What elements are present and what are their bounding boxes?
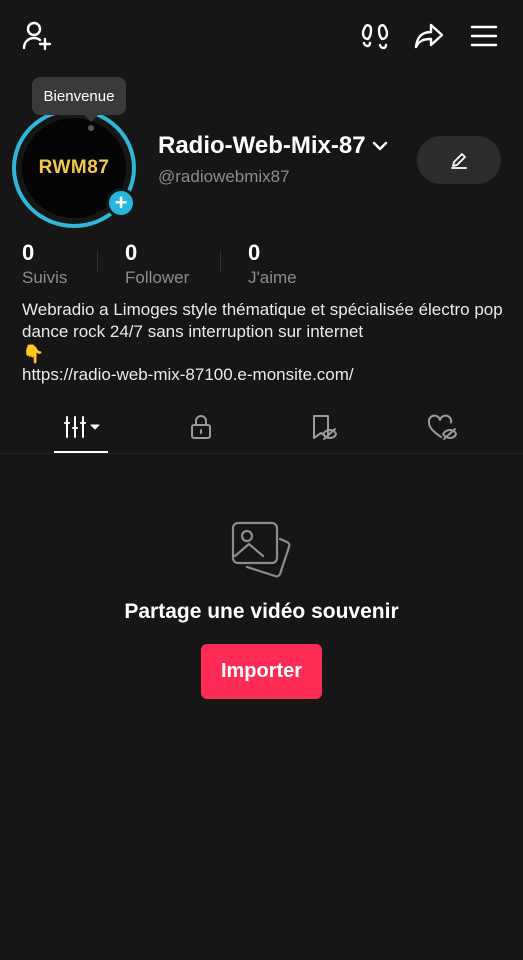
saved-hidden-icon bbox=[313, 415, 337, 440]
tab-private[interactable] bbox=[171, 400, 231, 454]
lock-icon bbox=[191, 415, 211, 439]
stat-followers-label: Follower bbox=[125, 268, 190, 287]
footprints-icon[interactable] bbox=[357, 18, 393, 54]
liked-hidden-icon bbox=[427, 414, 457, 440]
camera-dot bbox=[88, 125, 94, 131]
stat-likes-label: J'aime bbox=[248, 268, 297, 287]
stat-likes-value: 0 bbox=[248, 240, 261, 265]
share-icon[interactable] bbox=[411, 18, 447, 54]
divider bbox=[97, 250, 98, 272]
stat-following-value: 0 bbox=[22, 240, 35, 265]
top-bar bbox=[0, 0, 523, 70]
edit-profile-button[interactable] bbox=[417, 136, 501, 184]
profile-tabs bbox=[0, 400, 523, 454]
tab-saved[interactable] bbox=[292, 400, 352, 454]
tab-liked[interactable] bbox=[412, 400, 472, 454]
menu-icon[interactable] bbox=[466, 18, 502, 54]
stat-following[interactable]: 0 Suivis bbox=[22, 240, 67, 288]
display-name: Radio-Web-Mix-87 bbox=[158, 132, 366, 159]
plus-icon: + bbox=[114, 190, 128, 215]
pointing-down-emoji: 👇 bbox=[22, 344, 45, 364]
stat-following-label: Suivis bbox=[22, 268, 68, 287]
bio-text: Webradio a Limoges style thématique et s… bbox=[22, 300, 503, 341]
welcome-tooltip: Bienvenue bbox=[32, 77, 126, 122]
photos-icon bbox=[230, 520, 292, 582]
stat-followers-value: 0 bbox=[125, 240, 138, 265]
avatar-logo-text: RWM87 bbox=[38, 157, 110, 178]
videos-grid-icon bbox=[64, 416, 100, 438]
empty-state-title: Partage une vidéo souvenir bbox=[124, 600, 399, 623]
tab-videos[interactable] bbox=[52, 400, 112, 454]
stat-likes[interactable]: 0 J'aime bbox=[248, 240, 297, 288]
add-user-icon[interactable] bbox=[20, 18, 56, 54]
stat-followers[interactable]: 0 Follower bbox=[125, 240, 189, 288]
username-handle: @radiowebmix87 bbox=[158, 167, 290, 186]
active-tab-indicator bbox=[54, 451, 108, 453]
pencil-icon bbox=[451, 153, 467, 169]
import-button[interactable]: Importer bbox=[201, 644, 322, 699]
bio-link[interactable]: https://radio-web-mix-87100.e-monsite.co… bbox=[22, 365, 354, 385]
display-name-switcher[interactable]: Radio-Web-Mix-87 bbox=[158, 132, 388, 160]
add-story-button[interactable]: + bbox=[106, 188, 136, 218]
divider bbox=[220, 250, 221, 272]
bio: Webradio a Limoges style thématique et s… bbox=[22, 299, 507, 365]
chevron-down-icon bbox=[372, 141, 387, 151]
